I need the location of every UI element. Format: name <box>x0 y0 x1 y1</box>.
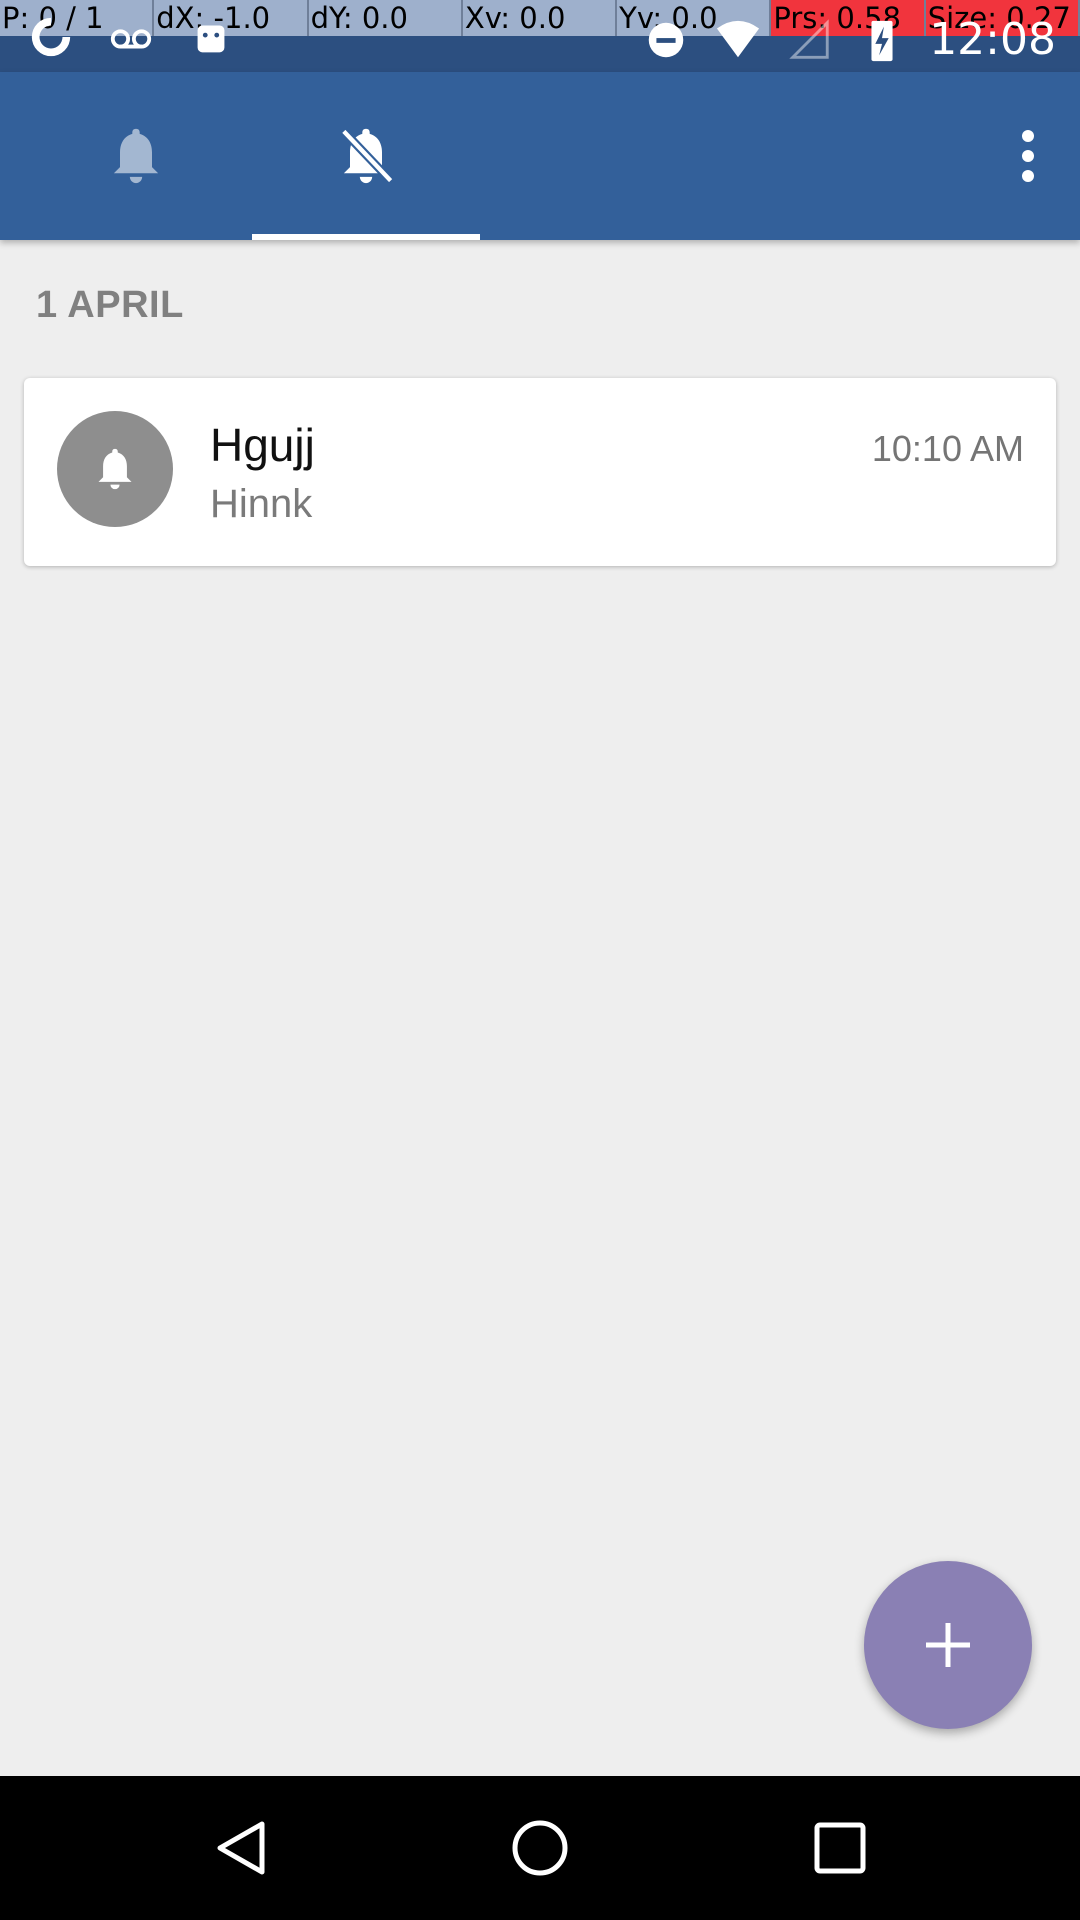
wifi-icon <box>717 20 760 57</box>
overflow-menu-button[interactable] <box>996 112 1060 200</box>
add-button[interactable] <box>864 1561 1032 1729</box>
more-vert-icon <box>1022 130 1034 182</box>
notification-title: Hgujj <box>210 419 315 471</box>
plus-icon <box>926 1623 970 1667</box>
android-icon <box>197 25 225 53</box>
status-bar: P: 0 / 1 dX: -1.0 dY: 0.0 Xv: 0.0 Yv: 0.… <box>0 0 1080 72</box>
app-icon <box>31 17 71 57</box>
home-icon <box>512 1820 568 1876</box>
tab-notifications[interactable] <box>22 72 250 240</box>
notification-card[interactable]: Hgujj Hinnk 10:10 AM <box>24 378 1056 566</box>
back-icon <box>217 1821 265 1875</box>
navigation-bar <box>0 1776 1080 1920</box>
recents-icon <box>814 1822 866 1874</box>
bell-icon <box>113 128 159 184</box>
notification-time: 10:10 AM <box>871 428 1024 469</box>
bell-off-icon <box>340 128 394 184</box>
bell-icon <box>98 448 132 490</box>
debug-dy: dY: 0.0 <box>309 0 463 36</box>
tab-indicator <box>252 234 480 240</box>
back-button[interactable] <box>200 1812 280 1884</box>
tab-muted[interactable] <box>252 72 480 240</box>
date-section-header: 1 APRIL <box>36 284 184 326</box>
do-not-disturb-icon <box>648 22 684 57</box>
battery-charging-icon <box>871 20 893 61</box>
status-time: 12:08 <box>929 14 1056 65</box>
debug-xv: Xv: 0.0 <box>463 0 618 36</box>
notification-avatar <box>57 411 173 527</box>
recents-button[interactable] <box>800 1812 880 1884</box>
app-bar <box>0 72 1080 240</box>
no-signal-icon <box>789 18 829 59</box>
notification-subtitle: Hinnk <box>210 482 313 526</box>
home-button[interactable] <box>500 1812 580 1884</box>
voicemail-icon <box>110 29 152 49</box>
